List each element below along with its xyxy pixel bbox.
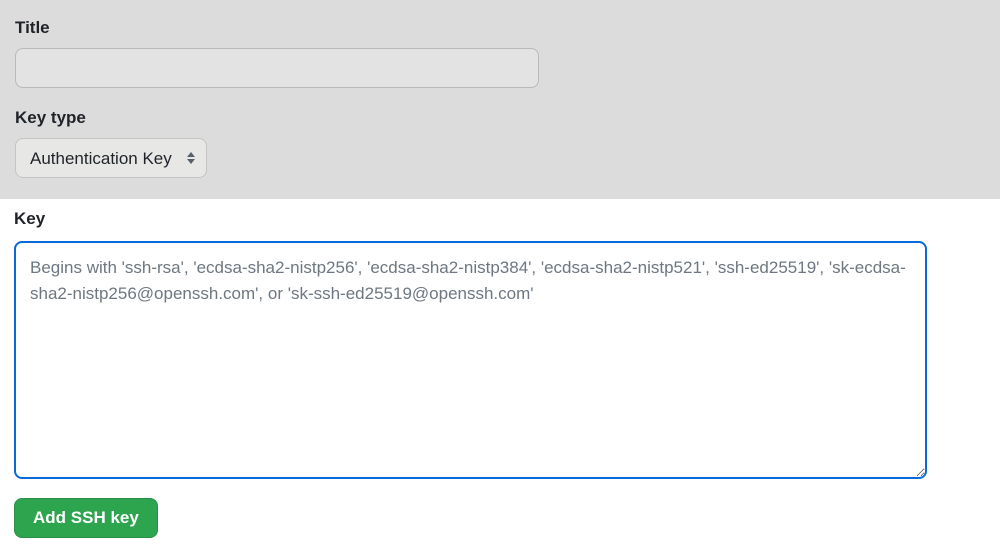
key-label: Key bbox=[14, 209, 986, 229]
keytype-field-group: Key type Authentication Key bbox=[15, 108, 985, 178]
keytype-select[interactable]: Authentication Key bbox=[15, 138, 207, 178]
title-field-group: Title bbox=[15, 18, 985, 88]
key-textarea[interactable] bbox=[14, 241, 927, 479]
keytype-select-wrapper: Authentication Key bbox=[15, 138, 207, 178]
keytype-label: Key type bbox=[15, 108, 985, 128]
add-ssh-key-button[interactable]: Add SSH key bbox=[14, 498, 158, 538]
title-input[interactable] bbox=[15, 48, 539, 88]
title-label: Title bbox=[15, 18, 985, 38]
form-top-section: Title Key type Authentication Key bbox=[0, 0, 1000, 199]
form-bottom-section: Key Add SSH key bbox=[0, 199, 1000, 556]
